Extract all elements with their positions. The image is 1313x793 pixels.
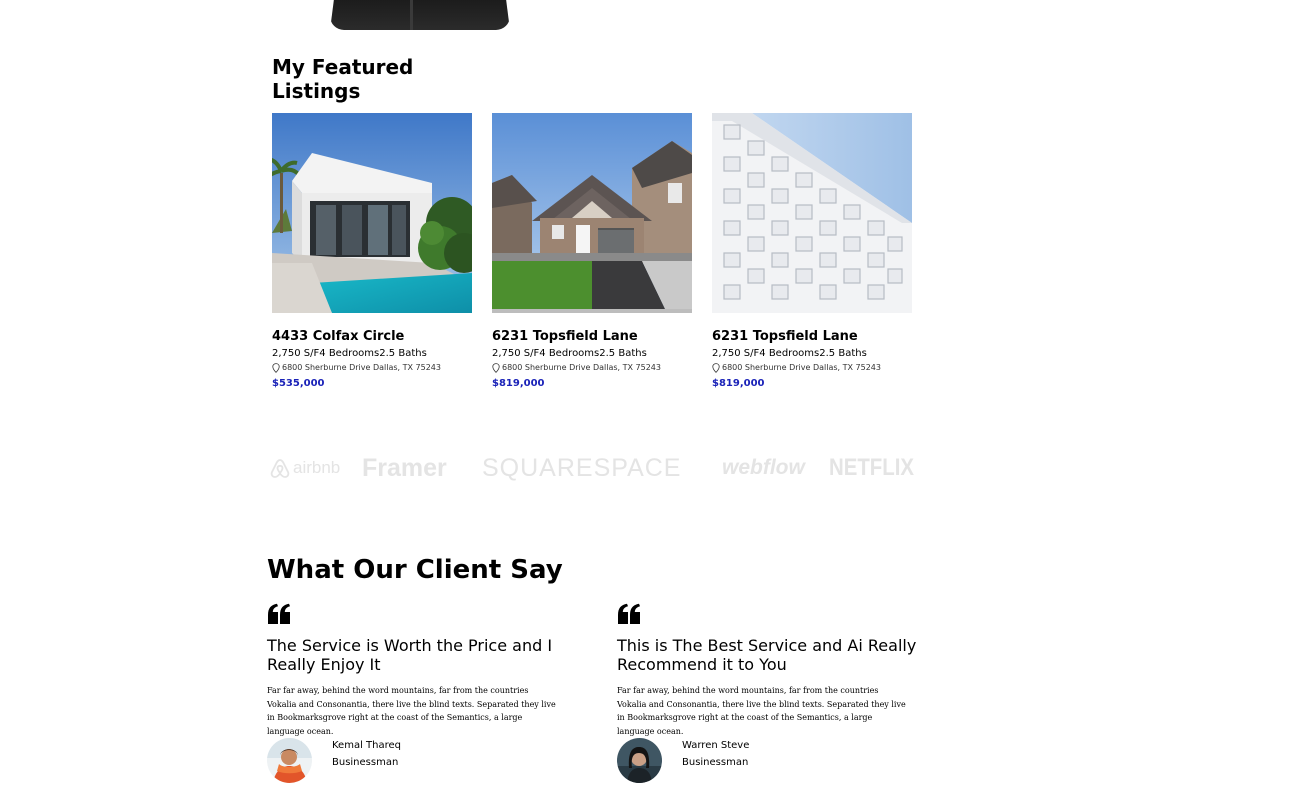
listing-address-text: 6800 Sherburne Drive Dallas, TX 75243 [722, 363, 881, 372]
hero-photo [330, 0, 510, 30]
listing-specs: 2,750 S/F4 Bedrooms2.5 Baths [712, 348, 867, 359]
listing-card[interactable]: 6231 Topsfield Lane 2,750 S/F4 Bedrooms2… [492, 113, 692, 390]
listing-card[interactable]: 4433 Colfax Circle 2,750 S/F4 Bedrooms2.… [272, 113, 472, 390]
webflow-logo: webflow [722, 456, 805, 479]
listing-photo-house[interactable] [492, 113, 692, 313]
framer-logo: Framer [362, 454, 447, 482]
listing-photo-apartment[interactable] [712, 113, 912, 313]
listing-address: 6800 Sherburne Drive Dallas, TX 75243 [272, 362, 472, 374]
testimonial-body: Far far away, behind the word mountains,… [267, 686, 556, 736]
listing-title[interactable]: 4433 Colfax Circle [272, 329, 472, 345]
testimonial-body: Far far away, behind the word mountains,… [617, 686, 906, 736]
testimonial-card: This is The Best Service and Ai Really R… [617, 603, 917, 783]
testimonial-card: The Service is Worth the Price and I Rea… [267, 603, 567, 783]
location-pin-icon [712, 363, 720, 373]
location-pin-icon [272, 363, 280, 373]
listing-price: $819,000 [712, 378, 765, 389]
testimonials-title: What Our Client Say [267, 555, 563, 585]
testimonial-heading: This is The Best Service and Ai Really R… [617, 636, 917, 674]
avatar [267, 738, 312, 783]
listing-card[interactable]: 6231 Topsfield Lane 2,750 S/F4 Bedrooms2… [712, 113, 912, 390]
location-pin-icon [492, 363, 500, 373]
squarespace-logo: SQUARESPACE [482, 454, 682, 482]
listing-address: 6800 Sherburne Drive Dallas, TX 75243 [712, 362, 912, 374]
listing-price: $819,000 [492, 378, 545, 389]
airbnb-logo: airbnb [270, 450, 340, 486]
quote-icon [268, 603, 290, 624]
airbnb-logo-text: airbnb [293, 458, 341, 477]
testimonial-author: Warren Steve Businessman [617, 738, 917, 784]
listing-photo-villa[interactable] [272, 113, 472, 313]
author-role: Businessman [682, 757, 749, 768]
author-name: Warren Steve [682, 740, 750, 751]
author-name: Kemal Thareq [332, 740, 402, 751]
listing-title[interactable]: 6231 Topsfield Lane [492, 329, 692, 345]
listing-address: 6800 Sherburne Drive Dallas, TX 75243 [492, 362, 692, 374]
listing-title[interactable]: 6231 Topsfield Lane [712, 329, 912, 345]
avatar [617, 738, 662, 783]
partner-logos: airbnb Framer SQUARESPACE webflow NETFLI… [270, 450, 914, 486]
author-role: Businessman [332, 757, 399, 768]
testimonial-author: Kemal Thareq Businessman [267, 738, 567, 784]
listing-price: $535,000 [272, 378, 325, 389]
netflix-logo: NETFLIX [829, 454, 914, 481]
testimonial-heading: The Service is Worth the Price and I Rea… [267, 636, 553, 674]
listing-address-text: 6800 Sherburne Drive Dallas, TX 75243 [502, 363, 661, 372]
listing-specs: 2,750 S/F4 Bedrooms2.5 Baths [492, 348, 647, 359]
listing-address-text: 6800 Sherburne Drive Dallas, TX 75243 [282, 363, 441, 372]
listing-specs: 2,750 S/F4 Bedrooms2.5 Baths [272, 348, 427, 359]
featured-listings-title: My Featured Listings [272, 55, 414, 103]
quote-icon [618, 603, 640, 624]
airbnb-icon [270, 459, 290, 478]
